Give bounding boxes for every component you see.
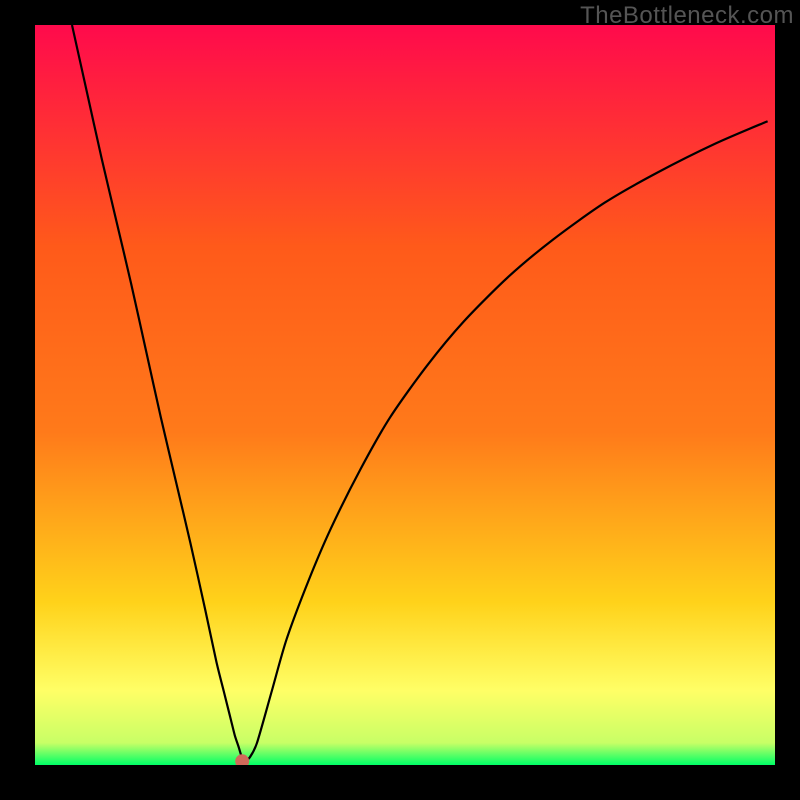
- chart-frame: TheBottleneck.com: [0, 0, 800, 800]
- chart-svg: [35, 25, 775, 765]
- watermark-text: TheBottleneck.com: [580, 2, 794, 30]
- plot-area: [35, 25, 775, 765]
